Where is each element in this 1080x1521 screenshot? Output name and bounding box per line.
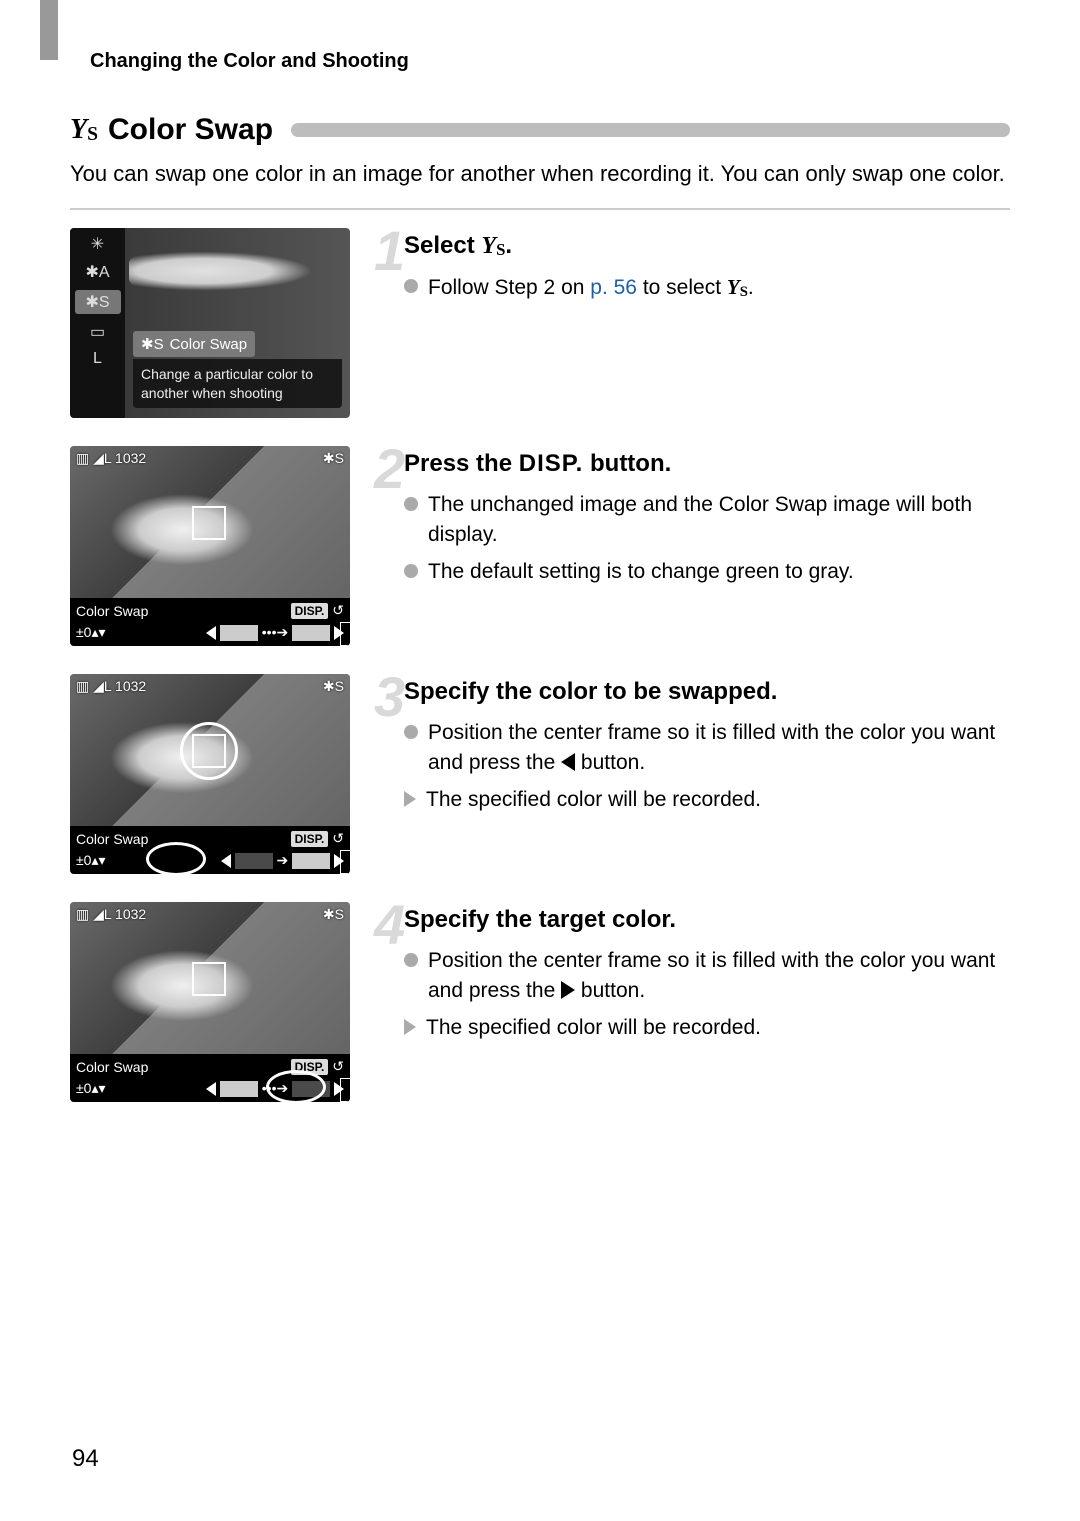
step-3-text: 3 Specify the color to be swapped. Posit… [378,674,1010,815]
section-intro: You can swap one color in an image for a… [70,159,1010,190]
left-button-icon [561,753,575,771]
step-2-bullet-2: The default setting is to change green t… [404,557,1010,587]
title-bar-decoration [291,123,1010,137]
left-arrow-icon [206,626,216,640]
step-4-row: ▥ ◢L 1032 ✱S Color Swap DISP. ↺ ±0▴▾ •••… [70,902,1010,1102]
step-4-result: The specified color will be recorded. [404,1013,1010,1043]
right-arrow-icon [334,854,344,868]
step-2-bullet-1: The unchanged image and the Color Swap i… [404,490,1010,551]
menu-item: ✳ [91,234,104,254]
preview-top-overlay: ▥ ◢L 1032 ✱S [76,906,344,923]
side-tab [40,0,58,60]
step-1-thumbnail: ✳ ✱A ✱S ▭ L ✱S Color Swap Change a parti… [70,228,350,418]
center-frame [192,506,226,540]
center-frame-highlighted [192,734,226,768]
mode-label: Color Swap [76,831,148,847]
step-4-title: Specify the target color. [378,906,1010,934]
step-1-row: ✳ ✱A ✱S ▭ L ✱S Color Swap Change a parti… [70,228,1010,418]
preview-image [70,446,350,598]
page-header: Changing the Color and Shooting [90,50,1010,73]
bullet-icon [404,279,418,293]
color-chip-source [220,625,258,641]
left-arrow-icon [221,854,231,868]
color-chip-target [292,625,330,641]
arrow-dots: •••➔ [262,624,288,640]
steps-area: ✳ ✱A ✱S ▭ L ✱S Color Swap Change a parti… [70,228,1010,1102]
step-1-text: 1 Select YS. Follow Step 2 on p. 56 to s… [378,228,1010,309]
result-arrow-icon [404,1019,416,1035]
step-4-text: 4 Specify the target color. Position the… [378,902,1010,1043]
center-frame [192,962,226,996]
color-chip-source [220,1081,258,1097]
step-1-title: Select YS. [378,232,1010,260]
disp-button-label: DISP. [291,831,329,847]
step-4-bullet: Position the center frame so it is fille… [404,946,1010,1007]
adjust-label: ±0▴▾ [76,852,106,869]
result-arrow-icon [404,791,416,807]
step-3-row: ▥ ◢L 1032 ✱S Color Swap DISP. ↺ ±0▴▾ ➔ 3… [70,674,1010,874]
page-link[interactable]: p. 56 [590,276,637,299]
bullet-icon [404,497,418,511]
bullet-icon [404,953,418,967]
preview-top-overlay: ▥ ◢L 1032 ✱S [76,678,344,695]
color-chip-source [235,853,273,869]
step-2-row: ▥ ◢L 1032 ✱S Color Swap DISP. ↺ ±0▴▾ •••… [70,446,1010,646]
disp-button-label: DISP. [291,603,329,619]
step-3-result: The specified color will be recorded. [404,785,1010,815]
step-2-text: 2 Press the DISP. button. The unchanged … [378,446,1010,593]
page-number: 94 [72,1445,99,1473]
color-swap-icon: YS [70,114,98,146]
step-4-thumbnail: ▥ ◢L 1032 ✱S Color Swap DISP. ↺ ±0▴▾ •••… [70,902,350,1102]
step-3-title: Specify the color to be swapped. [378,678,1010,706]
step-1-bullet: Follow Step 2 on p. 56 to select YS. [404,272,1010,303]
menu-description: Change a particular color to another whe… [133,359,342,407]
mode-label: Color Swap [76,603,148,619]
menu-item: L [93,350,102,368]
source-highlight-circle [146,842,206,874]
adjust-label: ±0▴▾ [76,624,106,641]
step-3-bullet: Position the center frame so it is fille… [404,718,1010,779]
preview-top-overlay: ▥ ◢L 1032 ✱S [76,450,344,467]
mode-label: Color Swap [76,1059,148,1075]
preview-image [70,902,350,1054]
right-button-icon [561,981,575,999]
menu-title: ✱S Color Swap [133,331,255,357]
section-divider [70,208,1010,210]
bullet-icon [404,564,418,578]
target-highlight-circle [266,1070,326,1102]
right-arrow-icon [334,1082,344,1096]
plane-image [129,246,342,296]
menu-left-column: ✳ ✱A ✱S ▭ L [70,228,125,418]
section-title-row: YS Color Swap [70,113,1010,147]
left-arrow-icon [206,1082,216,1096]
step-2-title: Press the DISP. button. [378,450,1010,478]
menu-item: ▭ [90,322,105,342]
preview-image [70,674,350,826]
step-3-thumbnail: ▥ ◢L 1032 ✱S Color Swap DISP. ↺ ±0▴▾ ➔ [70,674,350,874]
right-arrow-icon [334,626,344,640]
section-title: Color Swap [108,113,273,147]
step-2-thumbnail: ▥ ◢L 1032 ✱S Color Swap DISP. ↺ ±0▴▾ •••… [70,446,350,646]
menu-item: ✱A [85,262,109,282]
bullet-icon [404,725,418,739]
adjust-label: ±0▴▾ [76,1080,106,1097]
color-chip-target [292,853,330,869]
menu-item-selected: ✱S [75,290,121,314]
